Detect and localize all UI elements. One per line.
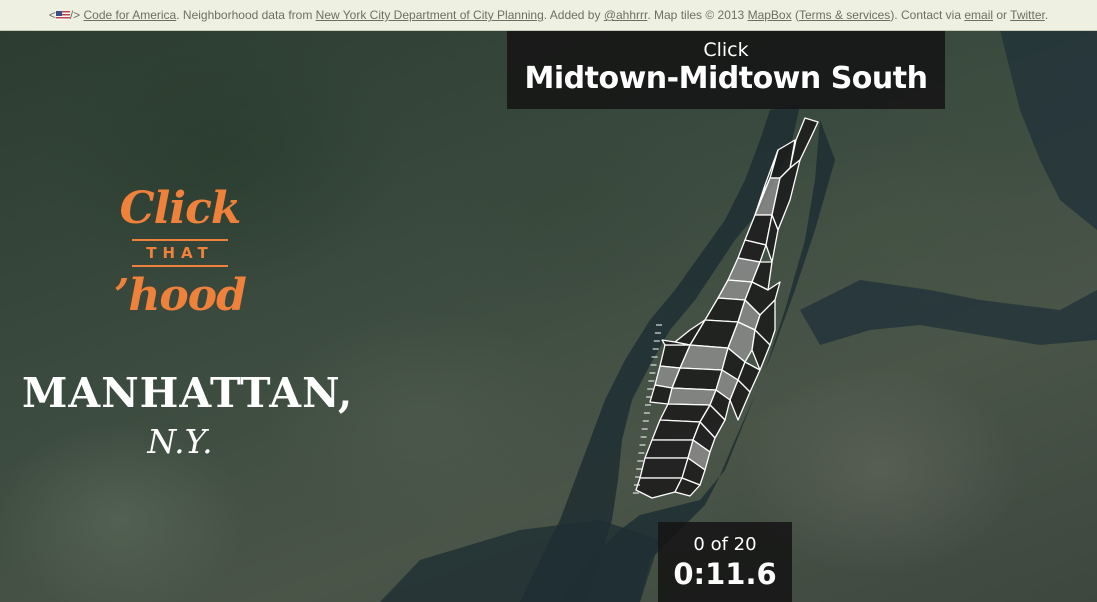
logo-that-text: THAT — [146, 244, 214, 262]
terms-link[interactable]: Terms & services — [799, 8, 890, 22]
neighborhood-polygon[interactable] — [644, 439, 694, 459]
harbor-water — [380, 520, 660, 602]
attribution-text-7: . — [1044, 8, 1049, 22]
eastern-water — [800, 280, 1097, 345]
neighborhood-polygon[interactable] — [667, 387, 717, 406]
email-link[interactable]: email — [964, 8, 993, 22]
neighborhood-polygon[interactable] — [639, 457, 689, 479]
attribution-text-6: or — [993, 8, 1011, 22]
target-neighborhood-name: Midtown-Midtown South — [524, 61, 928, 96]
prompt-verb: Click — [703, 39, 749, 61]
twitter-link[interactable]: Twitter — [1010, 8, 1045, 22]
attribution-flag-suffix: /> — [69, 8, 81, 22]
logo-hood-text: ’hood — [114, 270, 247, 321]
attribution-prefix: < — [48, 8, 56, 22]
target-prompt: Click Midtown-Midtown South — [507, 31, 945, 109]
attribution-bar: < /> Code for America. Neighborhood data … — [0, 0, 1097, 31]
attribution-text-3: . Map tiles © 2013 — [647, 8, 748, 22]
neighborhood-polygon[interactable] — [635, 477, 683, 499]
neighborhood-polygon[interactable] — [651, 419, 701, 441]
flag-icon — [55, 11, 70, 20]
nyc-planning-link[interactable]: New York City Department of City Plannin… — [316, 8, 544, 22]
attribution-text-2: . Added by — [543, 8, 604, 22]
attribution-text-5: ). Contact via — [890, 8, 965, 22]
mapbox-link[interactable]: MapBox — [748, 8, 792, 22]
code-for-america-link[interactable]: Code for America — [84, 8, 177, 22]
elapsed-timer: 0:11.6 — [673, 557, 777, 591]
click-that-hood-logo: Click THAT ’hood — [110, 185, 250, 335]
attribution-text-4: ( — [791, 8, 799, 22]
ne-water — [1000, 30, 1097, 230]
neighborhood-polygon[interactable] — [649, 384, 673, 405]
state-abbreviation: N.Y. — [147, 422, 213, 461]
logo-click-text: Click — [119, 183, 242, 234]
score-counter: 0 of 20 0:11.6 — [658, 522, 792, 602]
neighborhood-polygon[interactable] — [671, 367, 723, 391]
progress-count: 0 of 20 — [693, 534, 757, 555]
attribution-text-1: . Neighborhood data from — [176, 8, 316, 22]
author-link[interactable]: @ahhrrr — [604, 8, 648, 22]
city-title: MANHATTAN, — [22, 369, 354, 417]
logo-that-band: THAT — [132, 239, 228, 267]
